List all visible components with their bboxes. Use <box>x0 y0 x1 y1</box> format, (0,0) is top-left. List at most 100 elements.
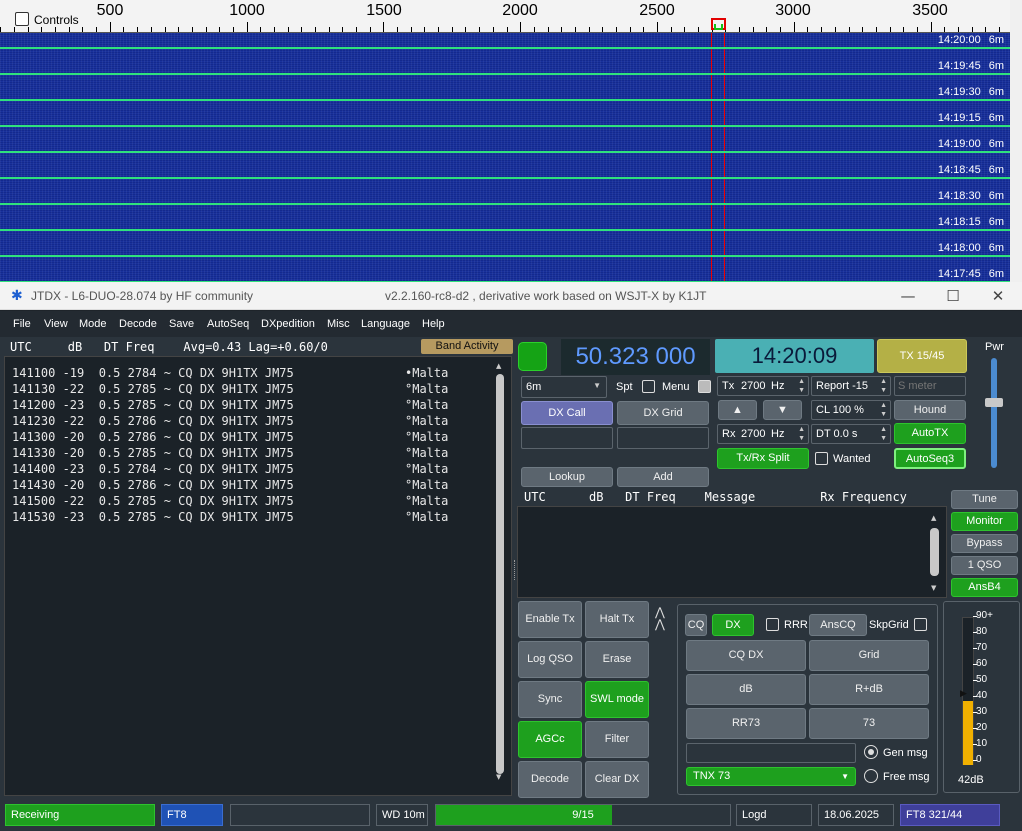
cl-spinbox[interactable]: CL 100 % ▲ ▼ <box>811 400 891 420</box>
enable-tx-button[interactable]: Enable Tx <box>518 601 582 638</box>
decode-row[interactable]: 141430 -20 0.5 2786 ~ CQ DX 9H1TX JM75 <box>12 478 294 492</box>
grid-button[interactable]: Grid <box>809 640 929 671</box>
decode-button[interactable]: Decode <box>518 761 582 798</box>
dx-call-input[interactable] <box>521 427 613 449</box>
power-slider[interactable] <box>991 358 997 468</box>
dt-spinbox[interactable]: DT 0.0 s ▲ ▼ <box>811 424 891 444</box>
lookup-button[interactable]: Lookup <box>521 467 613 487</box>
wanted-checkbox[interactable] <box>815 452 828 465</box>
rx-frequency-spinbox[interactable]: Rx 2700 Hz ▲ ▼ <box>717 424 809 444</box>
menu-save[interactable]: Save <box>169 318 194 330</box>
tx-rx-split-button[interactable]: Tx/Rx Split <box>717 448 809 469</box>
menu-dxpedition[interactable]: DXpedition <box>261 318 315 330</box>
rx-marker[interactable] <box>714 24 723 30</box>
cq-dx-button[interactable]: CQ DX <box>686 640 806 671</box>
dx-grid-input[interactable] <box>617 427 709 449</box>
decode-row[interactable]: 141530 -23 0.5 2785 ~ CQ DX 9H1TX JM75 <box>12 510 294 524</box>
scroll-up-icon[interactable]: ▲ <box>931 514 936 522</box>
agcc-button[interactable]: AGCc <box>518 721 582 758</box>
sync-button[interactable]: Sync <box>518 681 582 718</box>
rr73-button[interactable]: RR73 <box>686 708 806 739</box>
spin-arrows-icon[interactable]: ▲ ▼ <box>798 425 805 443</box>
decode-row[interactable]: 141200 -23 0.5 2785 ~ CQ DX 9H1TX JM75 <box>12 398 294 412</box>
swl-mode-button[interactable]: SWL mode <box>585 681 649 718</box>
filter-button[interactable]: Filter <box>585 721 649 758</box>
decode-row[interactable]: 141400 -23 0.5 2784 ~ CQ DX 9H1TX JM75 <box>12 462 294 476</box>
s73-button[interactable]: 73 <box>809 708 929 739</box>
dx-button[interactable]: DX <box>712 614 754 636</box>
waterfall[interactable]: Controls 500 1000 1500 2000 2500 3000 35… <box>0 0 1010 282</box>
waterfall-scrollbar[interactable] <box>1010 0 1022 282</box>
scroll-thumb[interactable] <box>496 374 504 774</box>
cq-button[interactable]: CQ <box>685 614 707 636</box>
scroll-down-icon[interactable]: ▼ <box>931 584 936 592</box>
dx-call-button[interactable]: DX Call <box>521 401 613 425</box>
log-qso-button[interactable]: Log QSO <box>518 641 582 678</box>
decode-row[interactable]: 141500 -22 0.5 2785 ~ CQ DX 9H1TX JM75 <box>12 494 294 508</box>
spin-arrows-icon[interactable]: ▲ ▼ <box>798 377 805 395</box>
maximize-icon[interactable]: ☐ <box>940 286 966 306</box>
band-activity-button[interactable]: Band Activity <box>421 339 513 354</box>
ansb4-button[interactable]: AnsB4 <box>951 578 1018 597</box>
free-msg-radio[interactable] <box>864 769 878 783</box>
menu-view[interactable]: View <box>44 318 68 330</box>
menu-autoseq[interactable]: AutoSeq <box>207 318 249 330</box>
band-activity-scrollbar[interactable]: ▲ ▼ <box>494 362 506 781</box>
decode-row[interactable]: 141230 -22 0.5 2786 ~ CQ DX 9H1TX JM75 <box>12 414 294 428</box>
bypass-button[interactable]: Bypass <box>951 534 1018 553</box>
band-select[interactable]: 6m ▼ <box>521 376 607 398</box>
scroll-up-icon[interactable]: ▲ <box>496 362 501 370</box>
minimize-icon[interactable]: — <box>895 286 921 306</box>
tx-period-button[interactable]: TX 15/45 <box>877 339 967 373</box>
clear-dx-button[interactable]: Clear DX <box>585 761 649 798</box>
r-db-button[interactable]: R+dB <box>809 674 929 705</box>
decode-row[interactable]: 141300 -20 0.5 2786 ~ CQ DX 9H1TX JM75 <box>12 430 294 444</box>
spt-checkbox[interactable] <box>642 380 655 393</box>
decode-row[interactable]: 141330 -20 0.5 2785 ~ CQ DX 9H1TX JM75 <box>12 446 294 460</box>
menu-checkbox[interactable] <box>698 380 711 393</box>
gen-msg-radio[interactable] <box>864 745 878 759</box>
close-icon[interactable]: ✕ <box>985 286 1011 306</box>
rrr-checkbox[interactable] <box>766 618 779 631</box>
tx-frequency-spinbox[interactable]: Tx 2700 Hz ▲ ▼ <box>717 376 809 396</box>
s-meter-input[interactable] <box>894 376 966 396</box>
status-progress: 9/15 <box>435 804 731 826</box>
menu-help[interactable]: Help <box>422 318 445 330</box>
freq-up-button[interactable]: ▲ <box>718 400 757 420</box>
skpgrid-checkbox[interactable] <box>914 618 927 631</box>
menu-mode[interactable]: Mode <box>79 318 107 330</box>
decode-row[interactable]: 141100 -19 0.5 2784 ~ CQ DX 9H1TX JM75 <box>12 366 294 380</box>
rx-label: Rx <box>722 428 736 440</box>
one-qso-button[interactable]: 1 QSO <box>951 556 1018 575</box>
add-button[interactable]: Add <box>617 467 709 487</box>
monitor-button[interactable]: Monitor <box>951 512 1018 531</box>
erase-button[interactable]: Erase <box>585 641 649 678</box>
waterfall-spectrum[interactable] <box>0 33 1010 282</box>
spin-arrows-icon[interactable]: ▲ ▼ <box>880 377 887 395</box>
autotx-button[interactable]: AutoTX <box>894 423 966 444</box>
freq-down-button[interactable]: ▼ <box>763 400 802 420</box>
autoseq3-button[interactable]: AutoSeq3 <box>894 448 966 469</box>
tune-button[interactable]: Tune <box>951 490 1018 509</box>
hound-button[interactable]: Hound <box>894 400 966 420</box>
controls-checkbox[interactable] <box>15 12 29 26</box>
scroll-down-icon[interactable]: ▼ <box>496 773 501 781</box>
anscq-button[interactable]: AnsCQ <box>809 614 867 636</box>
menu-file[interactable]: File <box>13 318 31 330</box>
halt-tx-button[interactable]: Halt Tx <box>585 601 649 638</box>
db-button[interactable]: dB <box>686 674 806 705</box>
menu-decode[interactable]: Decode <box>119 318 157 330</box>
report-spinbox[interactable]: Report -15 ▲ ▼ <box>811 376 891 396</box>
spin-arrows-icon[interactable]: ▲ ▼ <box>880 425 887 443</box>
decode-row[interactable]: 141130 -22 0.5 2785 ~ CQ DX 9H1TX JM75 <box>12 382 294 396</box>
rx-scroll-thumb[interactable] <box>930 528 939 576</box>
rx-frequency-list[interactable] <box>517 506 947 598</box>
free-message-input[interactable] <box>686 743 856 763</box>
menu-misc[interactable]: Misc <box>327 318 350 330</box>
spin-arrows-icon[interactable]: ▲ ▼ <box>880 401 887 419</box>
spt-label: Spt <box>616 381 633 393</box>
menu-language[interactable]: Language <box>361 318 410 330</box>
tnx-select[interactable]: TNX 73 ▼ <box>686 767 856 786</box>
dx-grid-button[interactable]: DX Grid <box>617 401 709 425</box>
power-slider-handle[interactable] <box>985 398 1003 407</box>
